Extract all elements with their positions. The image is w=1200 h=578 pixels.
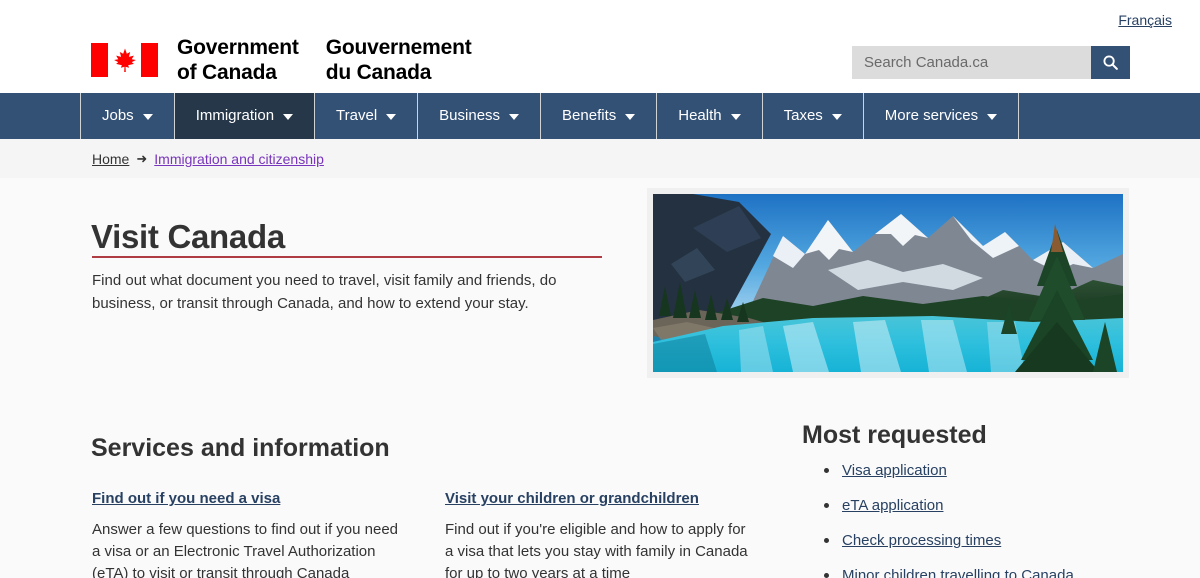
nav-item-label: Benefits <box>562 107 617 124</box>
government-of-canada-brand[interactable]: Government of Canada Gouvernement du Can… <box>91 35 472 85</box>
most-requested-link-check-processing-times[interactable]: Check processing times <box>842 532 1001 549</box>
breadcrumb: Home ➜ Immigration and citizenship <box>92 150 324 168</box>
chevron-down-icon <box>730 114 741 120</box>
page-root: Français Government of Canada Gouverneme… <box>0 0 1200 578</box>
chevron-down-icon <box>283 114 294 120</box>
nav-item-label: Taxes <box>783 107 823 124</box>
brand-french-line1: Gouvernement <box>325 36 472 59</box>
nav-item-more-services[interactable]: More services <box>864 93 1020 139</box>
breadcrumb-band: Home ➜ Immigration and citizenship <box>0 139 1200 178</box>
hero-illustration <box>653 194 1123 372</box>
maple-leaf-icon <box>113 48 136 72</box>
nav-item-label: Immigration <box>195 107 275 124</box>
most-requested-link-eta-application[interactable]: eTA application <box>842 497 943 514</box>
services-and-information-heading: Services and information <box>91 434 390 462</box>
page-title: Visit Canada <box>91 218 285 255</box>
search-input[interactable] <box>852 46 1091 79</box>
search-button[interactable] <box>1091 46 1130 79</box>
nav-item-label: Travel <box>336 107 378 124</box>
service-link-visit-your-children-or-grandchildren[interactable]: Visit your children or grandchildren <box>445 489 753 508</box>
nav-item-label: Jobs <box>102 107 134 124</box>
site-search[interactable] <box>852 46 1130 79</box>
chevron-down-icon <box>509 114 520 120</box>
title-underline-rule <box>92 256 602 258</box>
brand-french: Gouvernement du Canada <box>326 35 472 85</box>
brand-wordmark: Government of Canada Gouvernement du Can… <box>177 35 472 85</box>
brand-english-line1: Government <box>177 36 299 59</box>
chevron-down-icon <box>831 114 842 120</box>
breadcrumb-item-home[interactable]: Home <box>92 150 129 168</box>
services-column-1: Find out if you need a visa Answer a few… <box>92 489 400 578</box>
brand-english-line2: of Canada <box>177 61 277 84</box>
services-column-2: Visit your children or grandchildren Fin… <box>445 489 753 578</box>
service-description: Find out if you're eligible and how to a… <box>445 521 748 578</box>
flag-bar-right <box>141 43 158 77</box>
nav-item-label: Business <box>439 107 501 124</box>
most-requested-heading: Most requested <box>802 421 987 449</box>
nav-item-benefits[interactable]: Benefits <box>541 93 658 139</box>
chevron-down-icon <box>142 114 153 120</box>
search-icon <box>1103 55 1118 70</box>
nav-item-label: More services <box>884 107 979 124</box>
nav-left-spacer <box>0 93 81 139</box>
nav-item-label: Health <box>678 107 722 124</box>
flag-bar-left <box>91 43 108 77</box>
service-link-find-out-if-you-need-a-visa[interactable]: Find out if you need a visa <box>92 489 400 508</box>
nav-item-taxes[interactable]: Taxes <box>763 93 864 139</box>
nav-item-travel[interactable]: Travel <box>315 93 419 139</box>
most-requested-list: Visa application eTA application Check p… <box>822 461 1074 578</box>
nav-item-business[interactable]: Business <box>418 93 542 139</box>
list-item: eTA application <box>822 496 1074 515</box>
main-content: Visit Canada Find out what document you … <box>0 178 1200 578</box>
most-requested-link-minor-children-travelling-to-canada[interactable]: Minor children travelling to Canada <box>842 567 1074 578</box>
page-intro-text: Find out what document you need to trave… <box>92 272 557 312</box>
hero-image-frame <box>647 188 1129 378</box>
list-item: Check processing times <box>822 531 1074 550</box>
list-item: Minor children travelling to Canada <box>822 566 1074 578</box>
breadcrumb-arrow-icon: ➜ <box>136 151 148 166</box>
nav-item-immigration[interactable]: Immigration <box>174 93 316 139</box>
language-toggle-link[interactable]: Français <box>1118 11 1172 29</box>
moraine-lake-photo <box>653 194 1123 372</box>
brand-english: Government of Canada <box>177 35 299 85</box>
nav-item-health[interactable]: Health <box>657 93 763 139</box>
chevron-down-icon <box>386 114 397 120</box>
list-item: Visa application <box>822 461 1074 480</box>
breadcrumb-item-immigration-and-citizenship[interactable]: Immigration and citizenship <box>154 150 324 168</box>
nav-item-jobs[interactable]: Jobs <box>81 93 175 139</box>
brand-french-line2: du Canada <box>325 61 432 84</box>
chevron-down-icon <box>625 114 636 120</box>
most-requested-link-visa-application[interactable]: Visa application <box>842 462 947 479</box>
site-header: Français Government of Canada Gouverneme… <box>0 0 1200 93</box>
canada-flag-icon <box>91 43 158 77</box>
service-description: Answer a few questions to find out if yo… <box>92 521 399 578</box>
chevron-down-icon <box>987 114 998 120</box>
main-navigation: Jobs Immigration Travel Business Benefit… <box>0 93 1200 139</box>
